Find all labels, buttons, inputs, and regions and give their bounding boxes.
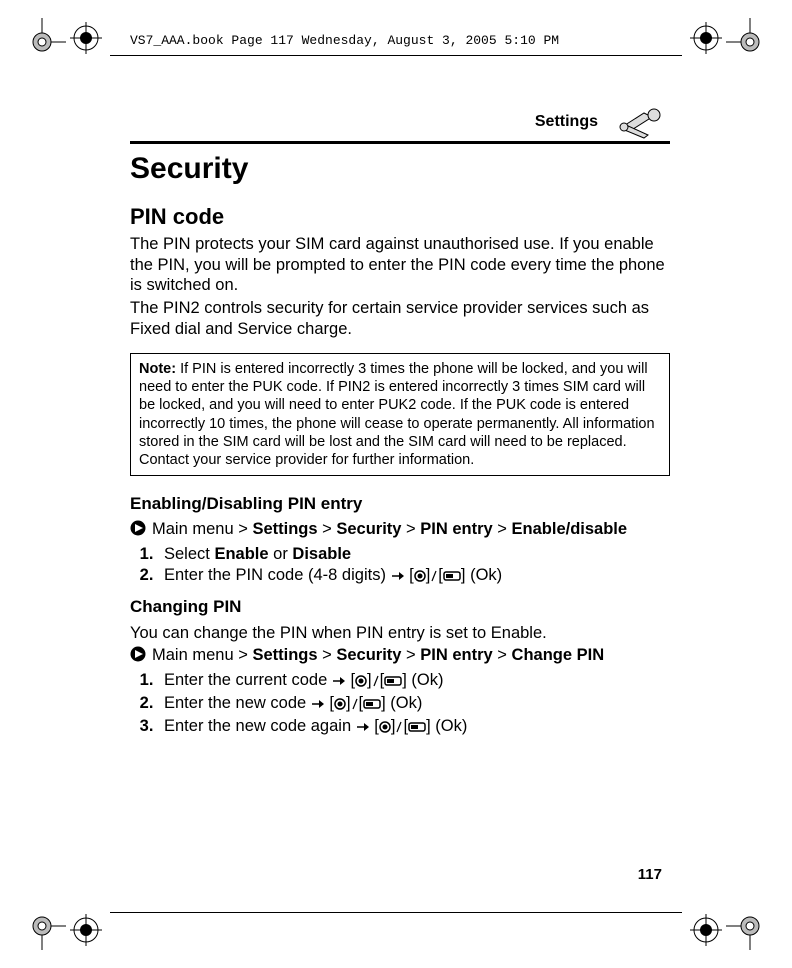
crop-mark-icon xyxy=(18,902,66,950)
arrow-right-icon xyxy=(356,719,370,738)
breadcrumb: Main menu > Settings > Security > PIN en… xyxy=(130,520,670,541)
breadcrumb-item: Security xyxy=(336,646,401,664)
step-text: Enter the new code xyxy=(164,694,311,712)
nav-arrow-icon xyxy=(130,646,148,667)
section-label: Settings xyxy=(535,113,598,131)
page-title: Security xyxy=(130,152,670,186)
nav-arrow-icon xyxy=(130,520,148,541)
step-text: Enter the current code xyxy=(164,671,332,689)
breadcrumb-item: PIN entry xyxy=(420,520,492,538)
softkey-icon xyxy=(384,673,402,692)
step-item: Select Enable or Disable xyxy=(158,545,670,564)
breadcrumb-item: Settings xyxy=(252,520,317,538)
arrow-right-icon xyxy=(311,696,325,715)
register-ring-icon xyxy=(70,22,102,54)
step-text: (Ok) xyxy=(431,717,468,735)
step-item: Enter the current code [][] (Ok) xyxy=(158,671,670,692)
slash-icon xyxy=(430,568,438,587)
wrench-icon xyxy=(614,105,670,139)
softkey-icon xyxy=(408,719,426,738)
register-ring-icon xyxy=(690,22,722,54)
breadcrumb-item: Enable/disable xyxy=(512,520,628,538)
center-key-icon xyxy=(414,568,426,587)
breadcrumb-item: Settings xyxy=(252,646,317,664)
step-item: Enter the PIN code (4-8 digits) [][] (Ok… xyxy=(158,566,670,587)
step-text: Enter the new code again xyxy=(164,717,356,735)
step-text: (Ok) xyxy=(386,694,423,712)
arrow-right-icon xyxy=(391,568,405,587)
slash-icon xyxy=(351,696,359,715)
step-item: Enter the new code again [][] (Ok) xyxy=(158,717,670,738)
header-rule xyxy=(110,55,682,56)
pin-code-para1: The PIN protects your SIM card against u… xyxy=(130,234,670,296)
change-pin-intro: You can change the PIN when PIN entry is… xyxy=(130,623,670,644)
step-text: Select xyxy=(164,545,214,563)
breadcrumb-prefix: Main menu > xyxy=(152,520,252,538)
crop-mark-icon xyxy=(18,18,66,66)
center-key-icon xyxy=(334,696,346,715)
note-box: Note: If PIN is entered incorrectly 3 ti… xyxy=(130,353,670,476)
center-key-icon xyxy=(355,673,367,692)
slash-icon xyxy=(395,719,403,738)
breadcrumb-item: PIN entry xyxy=(420,646,492,664)
page-number: 117 xyxy=(638,866,662,883)
breadcrumb-item: Change PIN xyxy=(512,646,605,664)
arrow-right-icon xyxy=(332,673,346,692)
steps-list: Select Enable or Disable Enter the PIN c… xyxy=(130,545,670,587)
step-item: Enter the new code [][] (Ok) xyxy=(158,694,670,715)
footer-rule xyxy=(110,912,682,913)
step-text: (Ok) xyxy=(407,671,444,689)
breadcrumb-prefix: Main menu > xyxy=(152,646,252,664)
crop-mark-icon xyxy=(726,18,774,66)
step-text: (Ok) xyxy=(465,566,502,584)
register-ring-icon xyxy=(70,914,102,946)
steps-list: Enter the current code [][] (Ok) Enter t… xyxy=(130,671,670,738)
step-bold: Enable xyxy=(214,545,268,563)
note-text: If PIN is entered incorrectly 3 times th… xyxy=(139,361,655,468)
pin-code-heading: PIN code xyxy=(130,204,670,230)
pin-code-para2: The PIN2 controls security for certain s… xyxy=(130,298,670,339)
slash-icon xyxy=(372,673,380,692)
softkey-icon xyxy=(363,696,381,715)
crop-mark-icon xyxy=(726,902,774,950)
change-pin-heading: Changing PIN xyxy=(130,597,670,617)
center-key-icon xyxy=(379,719,391,738)
breadcrumb: Main menu > Settings > Security > PIN en… xyxy=(130,646,670,667)
step-bold: Disable xyxy=(292,545,351,563)
breadcrumb-item: Security xyxy=(336,520,401,538)
enable-disable-heading: Enabling/Disabling PIN entry xyxy=(130,494,670,514)
softkey-icon xyxy=(443,568,461,587)
register-ring-icon xyxy=(690,914,722,946)
running-header: VS7_AAA.book Page 117 Wednesday, August … xyxy=(130,33,559,48)
step-text: or xyxy=(269,545,293,563)
step-text: Enter the PIN code (4-8 digits) xyxy=(164,566,391,584)
note-label: Note: xyxy=(139,361,176,377)
section-header: Settings xyxy=(130,105,670,144)
